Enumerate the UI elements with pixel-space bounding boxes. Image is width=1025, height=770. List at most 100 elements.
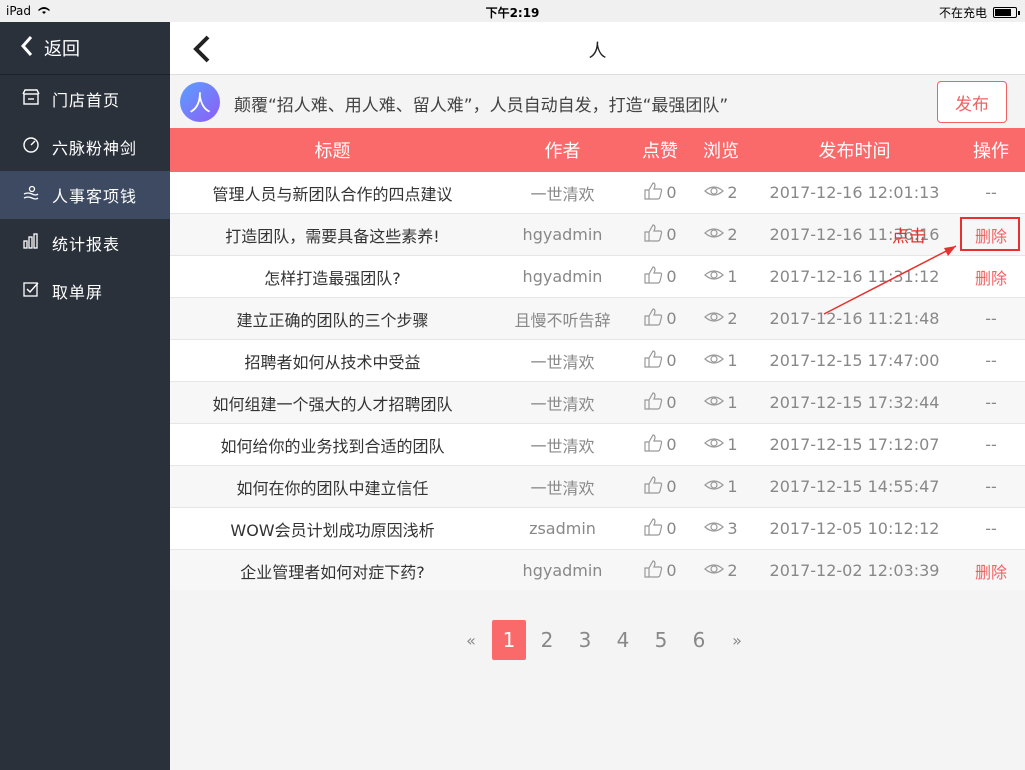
row-title[interactable]: 企业管理者如何对症下药? — [170, 559, 495, 583]
row-title[interactable]: 建立正确的团队的三个步骤 — [170, 307, 495, 331]
thumbs-up-icon — [643, 433, 663, 456]
sidebar-item-label: 取单屏 — [52, 283, 104, 302]
row-time: 2017-12-15 17:12:07 — [769, 435, 940, 454]
row-time: 2017-12-16 12:01:13 — [769, 183, 940, 202]
sidebar-item-liumai[interactable]: 六脉粉神剑 — [0, 123, 170, 171]
banner-slogan: 颠覆“招人难、用人难、留人难”，人员自动自发，打造“最强团队” — [234, 96, 729, 116]
row-title[interactable]: 如何在你的团队中建立信任 — [170, 475, 495, 499]
annotation-highlight-box — [960, 217, 1020, 251]
content-background — [170, 590, 1025, 770]
row-author: 一世清欢 — [530, 352, 595, 372]
row-likes: 0 — [630, 475, 690, 498]
page-title: 人 — [588, 41, 607, 62]
row-likes: 0 — [630, 349, 690, 372]
sidebar-item-label: 人事客项钱 — [52, 187, 138, 206]
row-views: 1 — [690, 350, 752, 372]
annotation-text: 点击 — [892, 227, 926, 247]
table-header: 标题 作者 点赞 浏览 发布时间 操作 — [170, 128, 1025, 172]
delete-button[interactable]: 删除 — [957, 559, 1025, 583]
row-author: 一世清欢 — [530, 478, 595, 498]
row-title[interactable]: 如何给你的业务找到合适的团队 — [170, 433, 495, 457]
likes-count: 0 — [666, 519, 677, 538]
eye-icon — [704, 476, 725, 498]
column-header-author: 作者 — [544, 141, 581, 162]
row-author: 一世清欢 — [530, 184, 595, 204]
delete-button[interactable]: 删除 — [957, 265, 1025, 289]
publish-button[interactable]: 发布 — [937, 81, 1007, 123]
views-count: 1 — [727, 435, 738, 454]
column-header-likes: 点赞 — [642, 141, 678, 162]
thumbs-up-icon — [643, 349, 663, 372]
row-op: -- — [985, 309, 997, 328]
bar-chart-icon — [22, 232, 40, 254]
row-op: -- — [985, 351, 997, 370]
row-likes: 0 — [630, 433, 690, 456]
table-row[interactable]: 招聘者如何从技术中受益 一世清欢 0 1 2017-12-15 17:47:00 -- — [170, 340, 1025, 382]
row-likes: 0 — [630, 517, 690, 540]
avatar: 人 — [180, 82, 220, 122]
pagination: « 1 2 3 4 5 6 » — [452, 620, 756, 660]
views-count: 1 — [727, 351, 738, 370]
prev-page-button[interactable]: « — [452, 620, 490, 660]
sidebar-item-order-screen[interactable]: 取单屏 — [0, 267, 170, 315]
views-count: 2 — [727, 183, 738, 202]
row-views: 2 — [690, 308, 752, 330]
row-views: 2 — [690, 224, 752, 246]
thumbs-up-icon — [643, 559, 663, 582]
row-title[interactable]: 招聘者如何从技术中受益 — [170, 349, 495, 373]
next-page-button[interactable]: » — [718, 620, 756, 660]
row-title[interactable]: 怎样打造最强团队? — [170, 265, 495, 289]
page-button-1[interactable]: 1 — [492, 620, 526, 660]
views-count: 2 — [727, 309, 738, 328]
row-time: 2017-12-15 17:32:44 — [769, 393, 940, 412]
row-likes: 0 — [630, 223, 690, 246]
views-count: 1 — [727, 393, 738, 412]
thumbs-up-icon — [643, 181, 663, 204]
page-button-4[interactable]: 4 — [604, 620, 642, 660]
eye-icon — [704, 518, 725, 540]
likes-count: 0 — [666, 477, 677, 496]
article-table: 标题 作者 点赞 浏览 发布时间 操作 管理人员与新团队合作的四点建议 一世清欢 0… — [170, 128, 1025, 592]
people-icon — [22, 184, 40, 206]
banner: 人 颠覆“招人难、用人难、留人难”，人员自动自发，打造“最强团队” 发布 — [170, 75, 1025, 128]
row-title[interactable]: WOW会员计划成功原因浅析 — [170, 517, 495, 541]
table-row[interactable]: 如何在你的团队中建立信任 一世清欢 0 1 2017-12-15 14:55:47 -- — [170, 466, 1025, 508]
sidebar-item-store-home[interactable]: 门店首页 — [0, 75, 170, 123]
row-title[interactable]: 打造团队，需要具备这些素养! — [170, 223, 495, 247]
table-row[interactable]: WOW会员计划成功原因浅析 zsadmin 0 3 2017-12-05 10:12:1… — [170, 508, 1025, 550]
table-row[interactable]: 企业管理者如何对症下药? hgyadmin 0 2 2017-12-02 12:03:3… — [170, 550, 1025, 592]
table-row[interactable]: 如何给你的业务找到合适的团队 一世清欢 0 1 2017-12-15 17:12:07 -… — [170, 424, 1025, 466]
eye-icon — [704, 266, 725, 288]
row-op: -- — [985, 477, 997, 496]
table-row[interactable]: 如何组建一个强大的人才招聘团队 一世清欢 0 1 2017-12-15 17:32:44… — [170, 382, 1025, 424]
row-title[interactable]: 如何组建一个强大的人才招聘团队 — [170, 391, 495, 415]
page-button-3[interactable]: 3 — [566, 620, 604, 660]
battery-icon — [993, 7, 1020, 18]
sidebar-item-people[interactable]: 人事客项钱 — [0, 171, 170, 219]
eye-icon — [704, 350, 725, 372]
thumbs-up-icon — [643, 223, 663, 246]
store-icon — [22, 88, 40, 110]
row-title[interactable]: 管理人员与新团队合作的四点建议 — [170, 181, 495, 205]
eye-icon — [704, 560, 725, 582]
likes-count: 0 — [666, 267, 677, 286]
sidebar-item-reports[interactable]: 统计报表 — [0, 219, 170, 267]
status-time: 下午2:19 — [485, 6, 540, 20]
page-button-6[interactable]: 6 — [680, 620, 718, 660]
chevron-left-icon — [20, 35, 34, 62]
likes-count: 0 — [666, 351, 677, 370]
page-button-2[interactable]: 2 — [528, 620, 566, 660]
sidebar-back-button[interactable]: 返回 — [0, 22, 170, 75]
compass-icon — [22, 136, 40, 158]
thumbs-up-icon — [643, 307, 663, 330]
row-author: hgyadmin — [522, 225, 603, 244]
page-button-5[interactable]: 5 — [642, 620, 680, 660]
status-bar: iPad 下午2:19 不在充电 — [0, 0, 1025, 22]
row-author: hgyadmin — [522, 561, 603, 580]
sidebar-item-label: 六脉粉神剑 — [52, 139, 138, 158]
row-author: 一世清欢 — [530, 436, 595, 456]
row-op: -- — [985, 519, 997, 538]
likes-count: 0 — [666, 225, 677, 244]
table-row[interactable]: 管理人员与新团队合作的四点建议 一世清欢 0 2 2017-12-16 12:01:13… — [170, 172, 1025, 214]
row-time: 2017-12-02 12:03:39 — [769, 561, 940, 580]
